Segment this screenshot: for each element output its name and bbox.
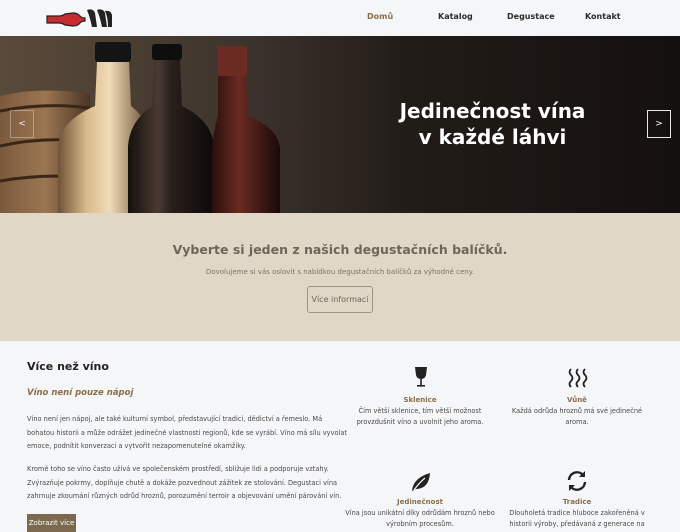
top-navbar: Domů Katalog Degustace Kontakt (0, 0, 680, 36)
carousel-prev-button[interactable]: < (10, 110, 34, 138)
about-section: Více než víno Víno není pouze nápoj Víno… (0, 341, 680, 532)
leaf-icon (412, 473, 430, 491)
hero-carousel: Jedinečnost vína v každé láhvi < > (0, 36, 680, 213)
feature-title-tradice: Tradice (562, 498, 592, 506)
refresh-icon (567, 471, 587, 491)
more-info-button[interactable]: Více informací (307, 286, 373, 313)
aroma-icon (568, 368, 588, 388)
promo-title: Vyberte si jeden z našich degustačních b… (172, 242, 508, 257)
chevron-left-icon: < (18, 119, 26, 129)
chevron-right-icon: > (655, 119, 663, 129)
feature-text-vune: Každá odrůda hroznů má své jedinečné aro… (511, 407, 643, 426)
promo-text: Dovolujeme si vás oslovit s nabídkou deg… (205, 268, 475, 276)
carousel-next-button[interactable]: > (647, 110, 671, 138)
feature-title-sklenice: Sklenice (403, 396, 437, 404)
about-subtitle: Víno není pouze nápoj (27, 388, 134, 398)
feature-title-jedinecnost: Jedinečnost (397, 498, 443, 506)
hero-title-line1: Jedinečnost vína (399, 99, 586, 123)
about-paragraph-2: Kromě toho se víno často užívá ve společ… (27, 465, 342, 500)
hero-title: Jedinečnost vína v každé láhvi (380, 98, 605, 150)
nav-item-domu[interactable]: Domů (367, 12, 393, 21)
wine-glass-icon (415, 367, 427, 387)
feature-text-tradice: Dlouholetá tradice hluboce zakořeněná v … (509, 509, 645, 528)
hero-title-line2: v každé láhvi (418, 125, 567, 149)
feature-text-sklenice: Čím větší sklenice, tím větší možnost pr… (356, 407, 484, 426)
wine-bottle-logo[interactable] (45, 7, 113, 29)
about-paragraph-1: Víno není jen nápoj, ale také kulturní s… (27, 415, 347, 450)
nav-item-kontakt[interactable]: Kontakt (585, 12, 621, 21)
nav-item-degustace[interactable]: Degustace (507, 12, 555, 21)
nav-item-katalog[interactable]: Katalog (438, 12, 473, 21)
show-more-button[interactable]: Zobrazit více (27, 514, 76, 532)
promo-section: Vyberte si jeden z našich degustačních b… (0, 213, 680, 341)
feature-text-jedinecnost: Vína jsou unikátní díky odrůdám hroznů n… (345, 509, 495, 528)
about-title: Více než víno (27, 360, 109, 373)
feature-title-vune: Vůně (567, 396, 587, 404)
